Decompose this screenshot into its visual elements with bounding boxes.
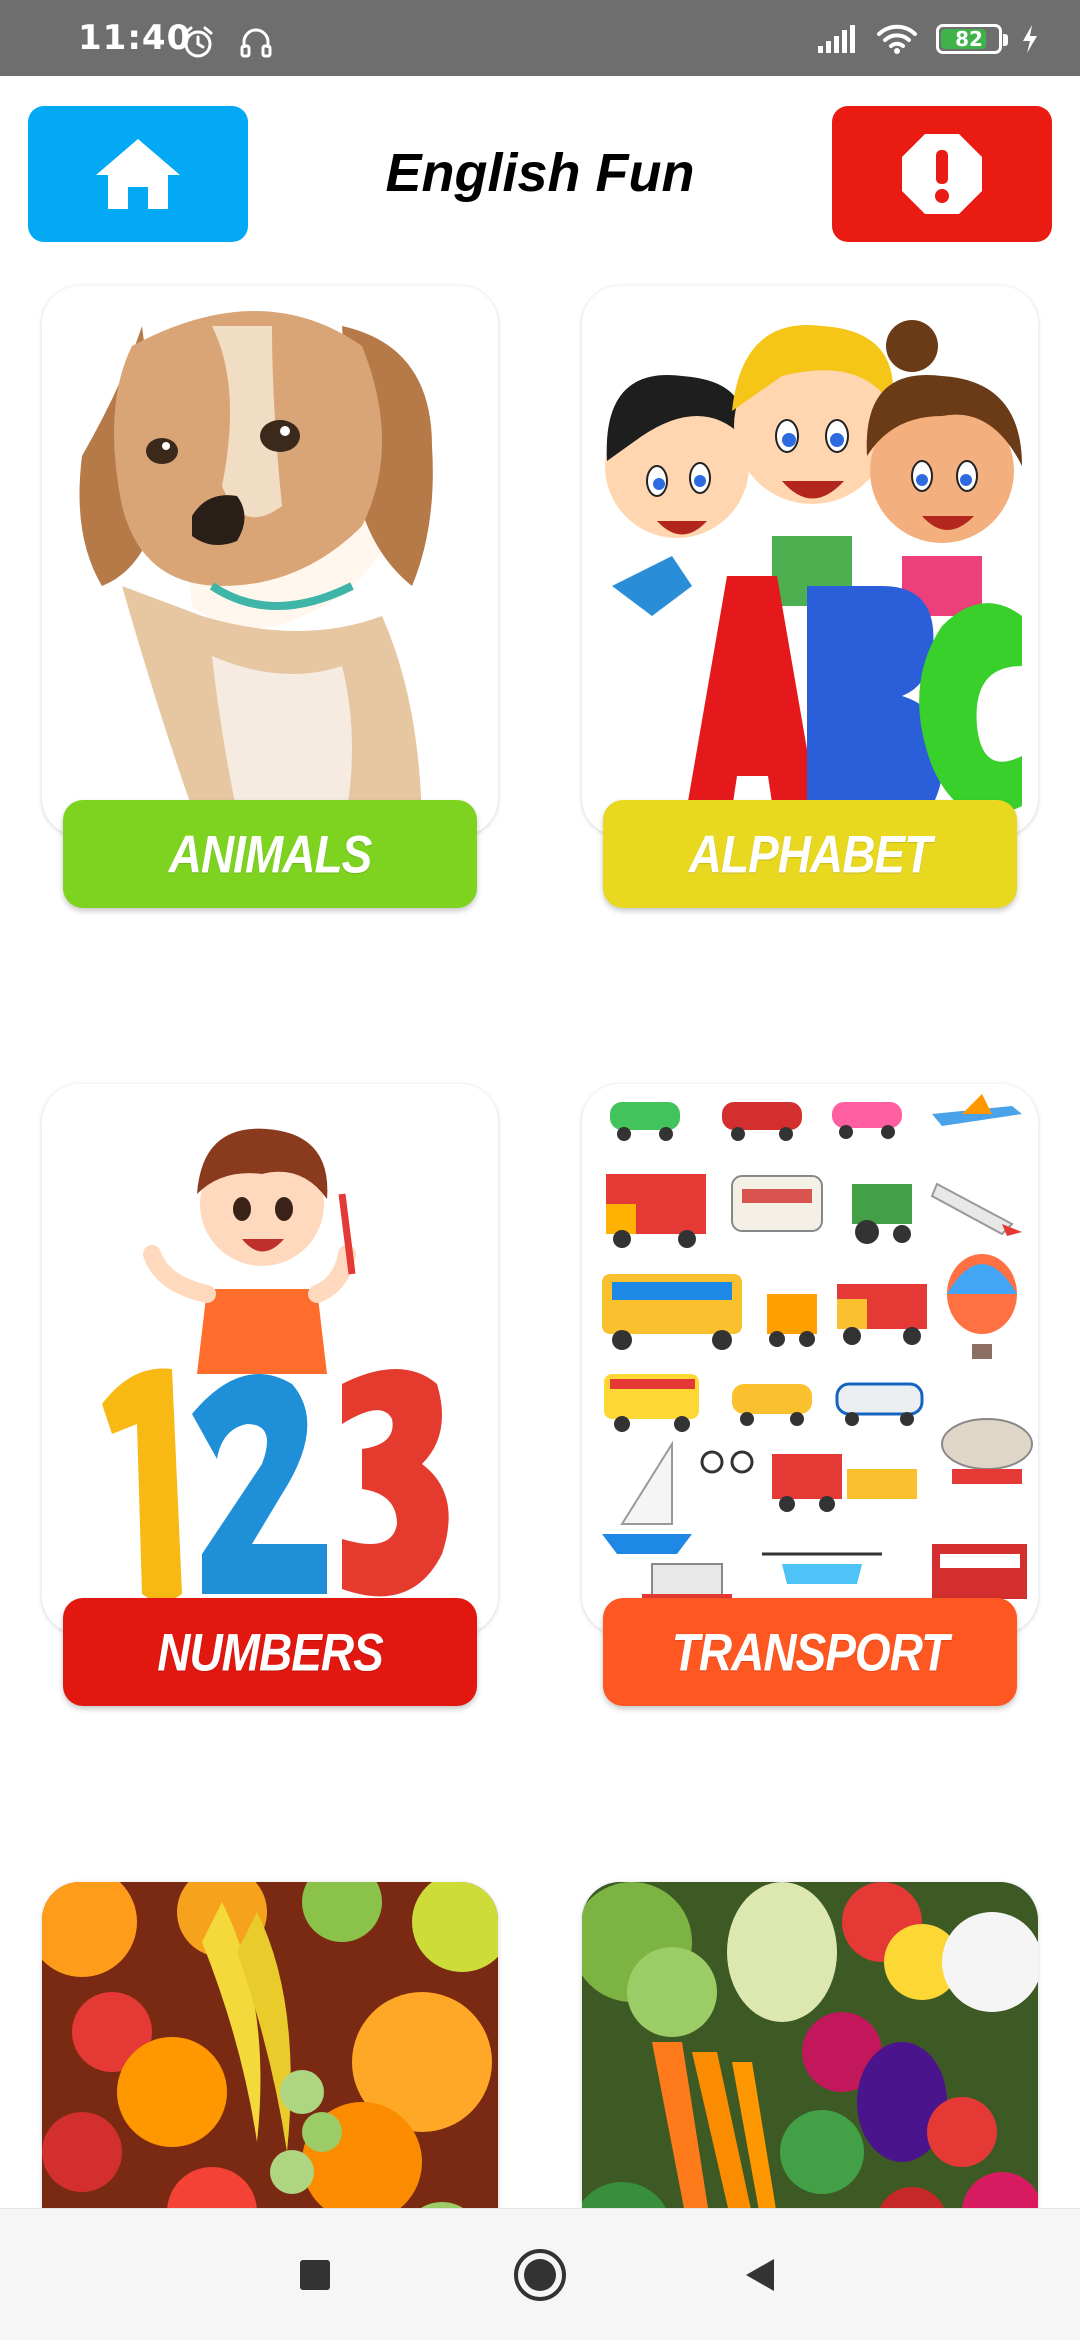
home-circle-icon [514, 2249, 566, 2301]
category-label-text: TRANSPORT [671, 1622, 949, 1682]
123-kid-illustration [42, 1084, 498, 1634]
status-time: 11:40 [78, 18, 192, 58]
vehicles-illustration [582, 1084, 1038, 1634]
abc-kids-illustration [582, 286, 1038, 836]
puppy-illustration [42, 286, 498, 836]
category-label-text: ANIMALS [168, 824, 373, 884]
category-label-alphabet[interactable]: ALPHABET [603, 800, 1017, 908]
category-label-text: NUMBERS [157, 1622, 384, 1682]
home-nav-button[interactable] [475, 2209, 605, 2341]
status-right-icons: 82 [816, 22, 1040, 56]
battery-level: 82 [955, 27, 983, 51]
category-label-transport[interactable]: TRANSPORT [603, 1598, 1017, 1706]
category-card-transport[interactable] [582, 1084, 1038, 1634]
back-triangle-icon [746, 2259, 774, 2291]
category-label-animals[interactable]: ANIMALS [63, 800, 477, 908]
signal-icon [818, 25, 855, 53]
category-card-numbers[interactable] [42, 1084, 498, 1634]
alert-button[interactable] [832, 106, 1052, 242]
wifi-icon [877, 24, 917, 54]
system-nav-bar [0, 2208, 1080, 2340]
category-card-alphabet[interactable] [582, 286, 1038, 836]
status-left-icons [180, 24, 274, 58]
back-button[interactable] [695, 2209, 825, 2341]
status-bar: 11:40 82 [0, 0, 1080, 76]
alert-octagon-icon [902, 134, 982, 214]
battery-icon: 82 [936, 24, 1008, 54]
app-header: English Fun [0, 76, 1080, 276]
recents-square-icon [300, 2260, 330, 2290]
home-icon [96, 139, 180, 209]
alarm-icon [183, 26, 213, 58]
headset-icon [240, 28, 272, 58]
recents-button[interactable] [250, 2209, 380, 2341]
category-card-animals[interactable] [42, 286, 498, 836]
category-label-text: ALPHABET [688, 824, 932, 884]
category-label-numbers[interactable]: NUMBERS [63, 1598, 477, 1706]
charging-icon [1023, 25, 1037, 53]
home-button[interactable] [28, 106, 248, 242]
app-title: English Fun [385, 143, 695, 203]
